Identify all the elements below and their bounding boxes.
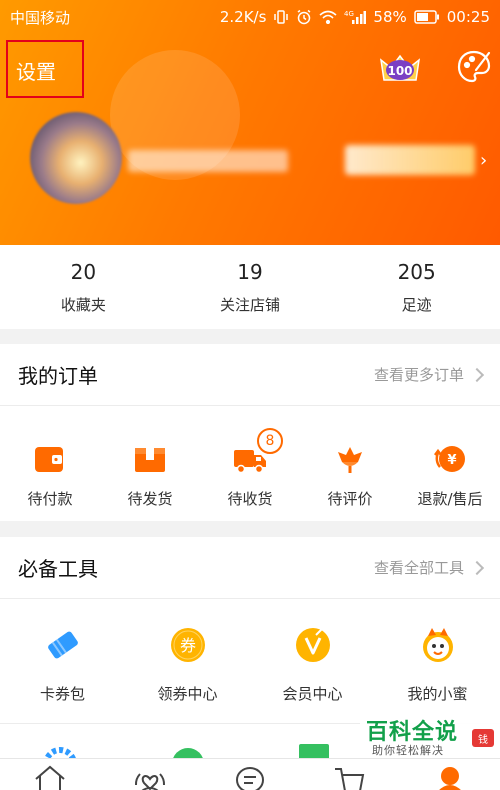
tool-label: 领券中心	[157, 685, 218, 703]
tool-label: 会员中心	[282, 685, 343, 703]
tool-label: 卡券包	[39, 685, 85, 703]
vip-level-icon[interactable]: 100	[378, 50, 422, 88]
tool-member-center[interactable]: 会员中心	[250, 621, 375, 704]
tools-title: 必备工具	[18, 557, 98, 581]
view-all-tools-link[interactable]: 查看全部工具	[373, 557, 485, 578]
chevron-right-icon	[469, 560, 485, 575]
membership-redacted[interactable]	[345, 145, 475, 175]
alarm-icon	[296, 9, 312, 25]
tool-my-assistant[interactable]: 我的小蜜	[375, 621, 500, 704]
order-pending-receipt[interactable]: 8 待收货	[200, 428, 300, 509]
orders-row: 待付款 待发货 8 待收货 待评价 ¥ 退款/售后	[0, 406, 500, 509]
orders-section: 我的订单 查看更多订单 待付款 待发货 8 待收货 待评价 ¥ 退款/售后	[0, 344, 500, 521]
view-all-orders-label: 查看更多订单	[373, 366, 464, 384]
stat-value: 19	[237, 259, 263, 284]
profile-icon	[439, 767, 461, 790]
view-all-orders-link[interactable]: 查看更多订单	[373, 364, 485, 385]
order-count-badge: 8	[257, 428, 283, 454]
settings-label: 设置	[16, 60, 56, 84]
order-label: 待付款	[27, 490, 73, 508]
avatar[interactable]	[30, 112, 122, 204]
signal-icon: 4G	[344, 9, 367, 25]
coupon-glyph: 券	[179, 636, 195, 655]
nav-home[interactable]	[0, 759, 100, 790]
vip-icon	[293, 621, 333, 669]
battery-icon	[414, 10, 440, 24]
nav-weitao[interactable]	[100, 759, 200, 790]
order-pending-review[interactable]: 待评价	[300, 436, 400, 509]
nav-messages[interactable]	[200, 759, 300, 790]
order-pending-payment[interactable]: 待付款	[0, 436, 100, 509]
wallet-icon	[34, 436, 66, 482]
home-icon	[35, 765, 65, 790]
tools-row: 卡券包 券 领券中心 会员中心 我的小蜜	[0, 599, 500, 704]
stat-label: 收藏夹	[60, 295, 106, 314]
order-label: 待收货	[227, 490, 273, 508]
nav-profile[interactable]	[400, 759, 500, 790]
watermark-badge: 钱	[472, 729, 494, 747]
wifi-icon	[319, 10, 337, 24]
vip-level-text: 100	[387, 64, 412, 78]
watermark-subtitle: 助你轻松解决	[372, 744, 444, 757]
status-bar: 中国移动 2.2K/s 4G 58% 00:25	[0, 0, 500, 34]
orders-title: 我的订单	[18, 364, 98, 388]
network-type: 4G	[344, 10, 354, 18]
stat-value: 20	[70, 259, 97, 284]
username-redacted	[128, 150, 288, 172]
stat-footprints[interactable]: 205 足迹	[333, 245, 500, 329]
nav-cart[interactable]	[300, 759, 400, 790]
refund-icon: ¥	[432, 436, 468, 482]
skin-palette-icon[interactable]	[456, 48, 492, 86]
stat-favorites[interactable]: 20 收藏夹	[0, 245, 167, 329]
chevron-right-icon	[469, 367, 485, 382]
orders-header: 我的订单 查看更多订单	[0, 344, 500, 406]
heart-icon	[135, 773, 165, 790]
order-label: 待发货	[127, 490, 173, 508]
package-icon	[134, 436, 166, 482]
vibrate-icon	[273, 9, 289, 25]
clock-time: 00:25	[446, 8, 490, 26]
order-pending-shipment[interactable]: 待发货	[100, 436, 200, 509]
tool-label: 我的小蜜	[407, 685, 468, 703]
ticket-icon	[43, 621, 83, 669]
coupon-icon: 券	[168, 621, 208, 669]
message-icon	[236, 767, 264, 790]
cart-icon	[335, 768, 365, 790]
tool-card-wallet[interactable]: 卡券包	[0, 621, 125, 704]
stats-bar: 20 收藏夹 19 关注店铺 205 足迹	[0, 245, 500, 329]
tool-coupon-center[interactable]: 券 领券中心	[125, 621, 250, 704]
stat-value: 205	[397, 259, 436, 284]
battery-percent: 58%	[373, 8, 407, 26]
flower-icon	[334, 436, 366, 482]
order-refund[interactable]: ¥ 退款/售后	[400, 436, 500, 509]
carrier-label: 中国移动	[10, 8, 71, 27]
network-speed: 2.2K/s	[219, 8, 267, 26]
stat-label: 足迹	[401, 295, 432, 314]
tools-header: 必备工具 查看全部工具	[0, 537, 500, 599]
assistant-icon	[418, 621, 458, 669]
settings-button[interactable]: 设置	[6, 40, 84, 98]
bottom-nav	[0, 758, 500, 790]
profile-header: 设置 100 ›	[0, 0, 500, 245]
chevron-right-icon: ›	[480, 150, 488, 171]
stat-label: 关注店铺	[220, 295, 281, 314]
view-all-tools-label: 查看全部工具	[373, 559, 464, 577]
order-label: 退款/售后	[417, 490, 483, 508]
order-label: 待评价	[327, 490, 373, 508]
truck-icon: 8	[233, 428, 283, 482]
svg-text:¥: ¥	[447, 453, 456, 468]
stat-followed-shops[interactable]: 19 关注店铺	[167, 245, 334, 329]
